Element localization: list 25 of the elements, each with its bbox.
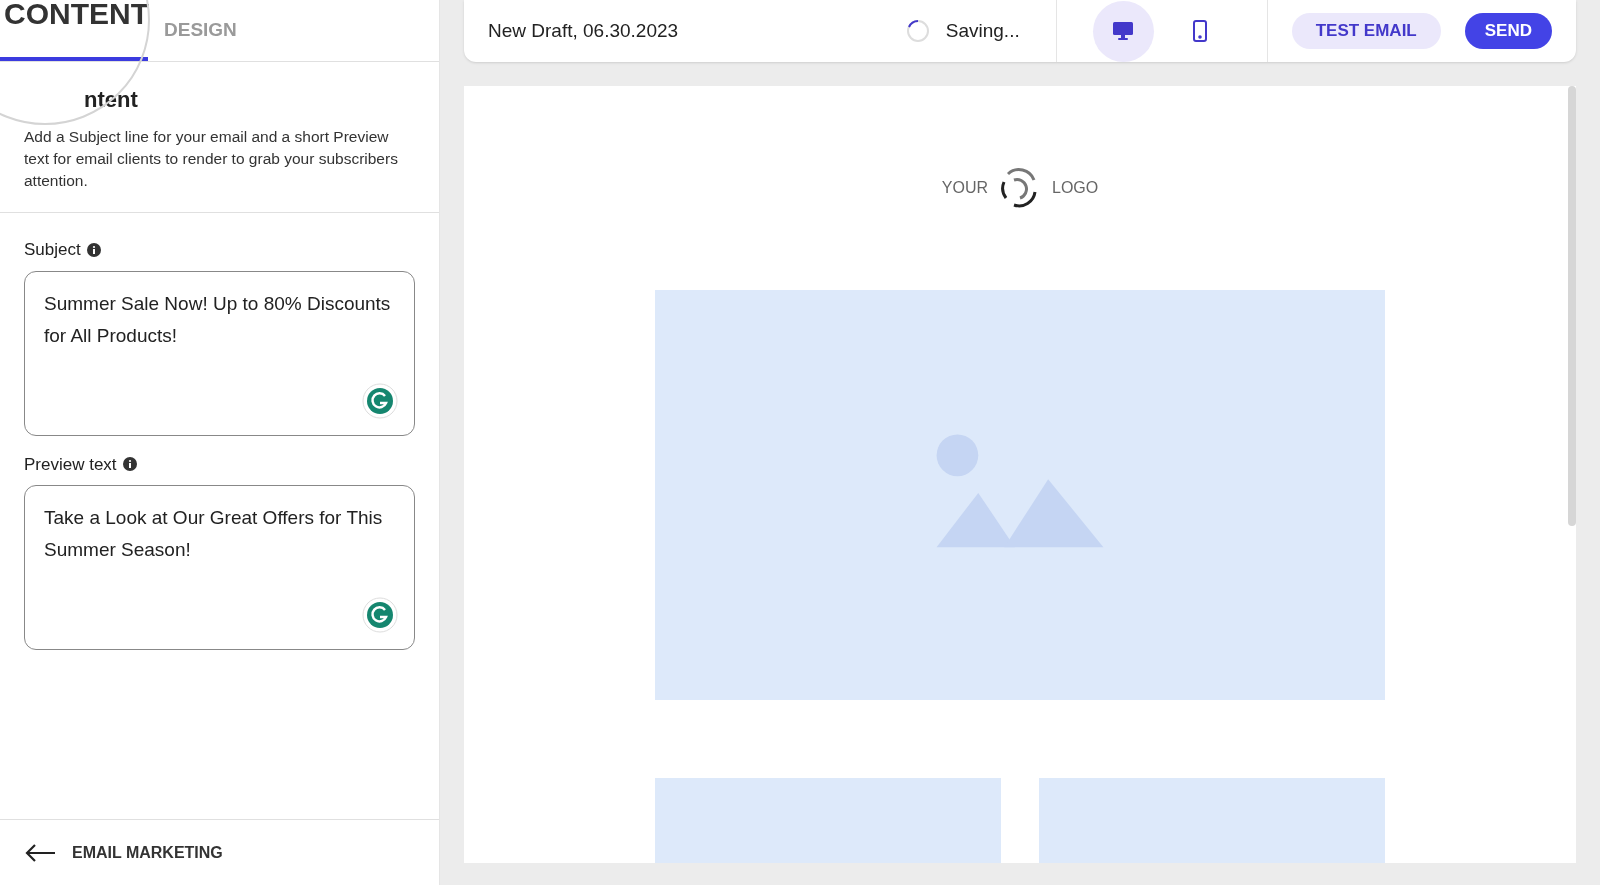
scrollbar-thumb[interactable] — [1568, 86, 1576, 526]
grammar-assistant-icon[interactable] — [362, 382, 398, 419]
test-email-button[interactable]: TEST EMAIL — [1291, 13, 1441, 49]
text-area[interactable]: Summer Sale Now! Up to 80% Discounts for All Products! — [24, 270, 415, 436]
loading-spinner-icon — [905, 19, 930, 43]
field-label: Preview text — [24, 453, 117, 476]
logo-text: YOUR — [941, 178, 988, 198]
send-button[interactable]: SEND — [1464, 13, 1552, 49]
logo-text: LOGO — [1052, 178, 1099, 198]
info-icon — [122, 457, 137, 472]
tab[interactable]: CONTENT — [0, 0, 148, 61]
desktop-icon — [1112, 21, 1135, 41]
grammar-assistant-icon[interactable] — [362, 597, 398, 633]
back-arrow-icon[interactable] — [24, 842, 56, 863]
section-description: Add a Subject line for your email and a short Preview text for email clients to render to grab your subscribers attention. — [24, 127, 399, 191]
back-link[interactable]: EMAIL MARKETING — [72, 840, 223, 865]
field-value: Take a Look at Our Great Offers for This Summer Season! — [44, 507, 383, 560]
saving-status: Saving... — [945, 18, 1020, 43]
mobile-phone-icon — [1193, 20, 1208, 42]
draft-title: New Draft, 06.30.2023 — [487, 18, 679, 43]
field-value: Summer Sale Now! Up to 80% Discounts for All Products! — [44, 292, 391, 346]
text-area[interactable]: Take a Look at Our Great Offers for This Summer Season! — [24, 485, 415, 650]
info-icon — [86, 242, 101, 257]
field-label: Subject — [24, 239, 81, 261]
section-heading: ntent — [83, 86, 139, 114]
